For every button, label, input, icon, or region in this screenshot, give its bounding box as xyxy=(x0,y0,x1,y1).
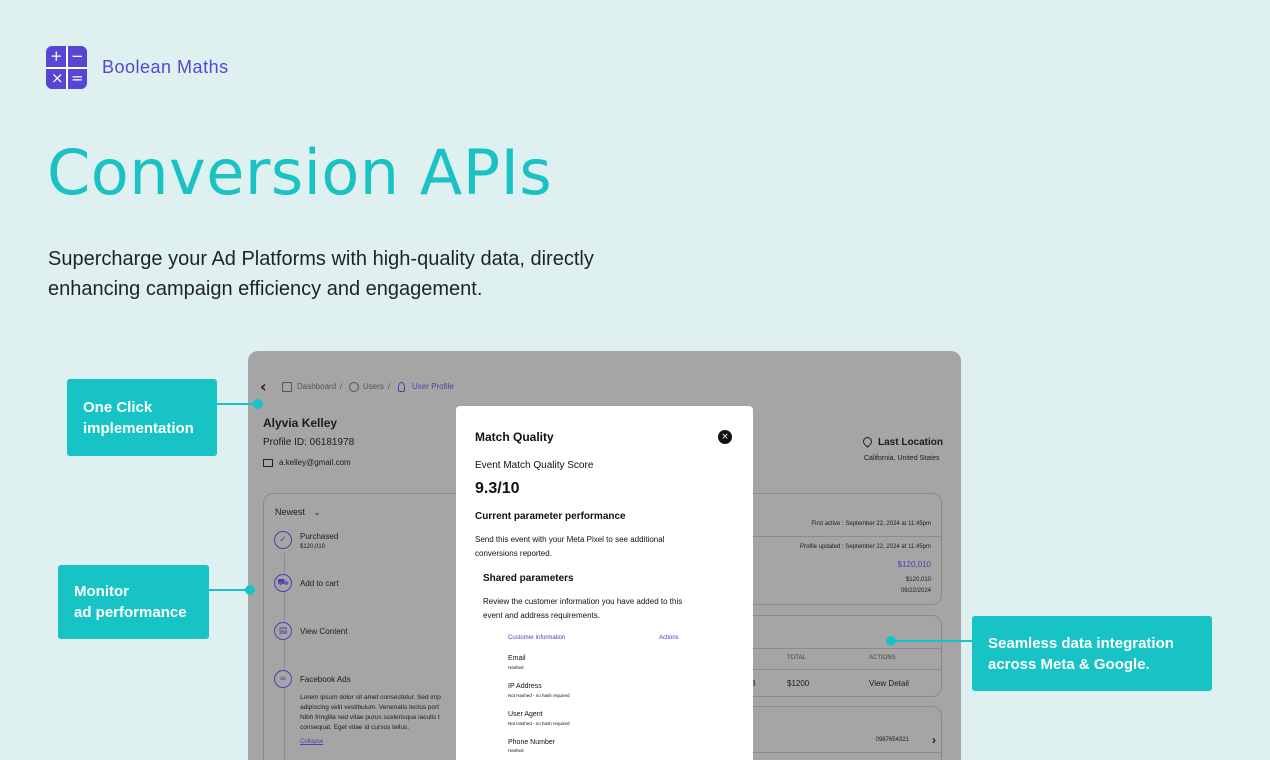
amount: $120,010 xyxy=(905,577,931,583)
user-icon xyxy=(398,382,405,392)
chevron-down-icon: ⌄ xyxy=(313,508,321,517)
breadcrumb-users[interactable]: Users xyxy=(363,382,384,391)
orders-card xyxy=(726,615,942,697)
meta-icon: ∞ xyxy=(274,670,292,688)
last-location-value: California, United States xyxy=(864,455,940,462)
first-active: First active : September 22, 2024 at 11:… xyxy=(811,521,931,527)
brand-logo: + − × = Boolean Maths xyxy=(46,46,229,89)
profile-updated: Profile updated : September 22, 2024 at … xyxy=(800,544,931,550)
callout-seamless: Seamless data integration across Meta & G… xyxy=(972,616,1212,691)
col-total: TOTAL xyxy=(787,655,806,661)
breadcrumb-dashboard[interactable]: Dashboard xyxy=(297,382,336,391)
profile-email[interactable]: a.kelley@gmail.com xyxy=(279,458,351,467)
location-pin-icon xyxy=(861,435,874,448)
purchase-date: 09/22/2024 xyxy=(900,588,931,594)
page-title: Conversion APIs xyxy=(47,136,553,209)
profile-name: Alyvia Kelley xyxy=(263,416,338,430)
users-icon xyxy=(349,382,359,392)
breadcrumb-user-profile: User Profile xyxy=(412,382,454,391)
activity-title: Facebook Ads xyxy=(300,675,351,684)
activity-title: Purchased xyxy=(300,532,339,541)
dashboard-icon xyxy=(282,382,292,392)
activity-title: View Content xyxy=(300,627,348,636)
callout-dot xyxy=(245,585,255,595)
back-arrow-icon[interactable]: ‹ xyxy=(260,377,267,396)
profile-id: Profile ID: 06181978 xyxy=(263,437,355,448)
activity-sub: $120,010 xyxy=(300,544,326,550)
col-actions: Actions xyxy=(659,635,679,641)
collapse-link[interactable]: Collapse xyxy=(300,739,323,745)
callout-one-click: One Click implementation xyxy=(67,379,217,456)
last-location-label: Last Location xyxy=(878,437,944,448)
param-name: Phone Number xyxy=(508,739,556,746)
page-subtitle: Supercharge your Ad Platforms with high-… xyxy=(48,248,594,300)
param-name: User Agent xyxy=(508,711,543,718)
content-icon: ▤ xyxy=(274,622,292,640)
sort-dropdown[interactable]: Newest ⌄ xyxy=(275,507,320,517)
amount-highlight: $120,010 xyxy=(897,560,931,569)
col-actions: ACTIONS xyxy=(869,655,896,661)
cart-icon: ⛟ xyxy=(274,574,292,592)
score-value: 9.3/10 xyxy=(475,480,520,497)
view-detail-button[interactable]: View Detail xyxy=(869,679,909,688)
activity-title: Add to cart xyxy=(300,579,339,588)
callout-monitor: Monitor ad performance xyxy=(58,565,209,639)
mail-icon xyxy=(263,459,273,467)
callout-connector xyxy=(891,640,972,642)
activity-body: Lorem ipsum dolor sit amet consectetur. … xyxy=(300,694,441,731)
check-icon: ✓ xyxy=(274,531,292,549)
callout-dot xyxy=(886,636,896,646)
order-total: $1200 xyxy=(787,679,810,688)
section-desc: Send this event with your Meta Pixel to … xyxy=(475,535,665,558)
callout-dot xyxy=(253,399,263,409)
param-status: Hashed xyxy=(508,665,524,670)
chevron-right-icon[interactable]: › xyxy=(932,733,936,747)
shared-desc: Review the customer information you have… xyxy=(483,597,683,620)
param-name: IP Address xyxy=(508,683,542,690)
param-status: Hashed xyxy=(508,748,524,753)
calculator-logo-icon: + − × = xyxy=(46,46,87,89)
param-name: Email xyxy=(508,655,526,662)
brand-name: Boolean Maths xyxy=(102,57,229,77)
param-status: Not Hashed - no hash required xyxy=(508,721,570,726)
modal-title: Match Quality xyxy=(475,430,554,444)
callout-connector xyxy=(217,403,257,405)
score-label: Event Match Quality Score xyxy=(475,460,594,471)
phone-number: 0987654321 xyxy=(875,737,909,743)
col-customer-information: Customer information xyxy=(508,635,566,641)
shared-title: Shared parameters xyxy=(483,573,574,584)
section-title: Current parameter performance xyxy=(475,511,626,522)
param-status: Not Hashed - no hash required xyxy=(508,693,570,698)
callout-connector xyxy=(209,589,249,591)
close-icon[interactable]: × xyxy=(718,430,732,444)
match-quality-modal: Match Quality × Event Match Quality Scor… xyxy=(456,406,753,760)
